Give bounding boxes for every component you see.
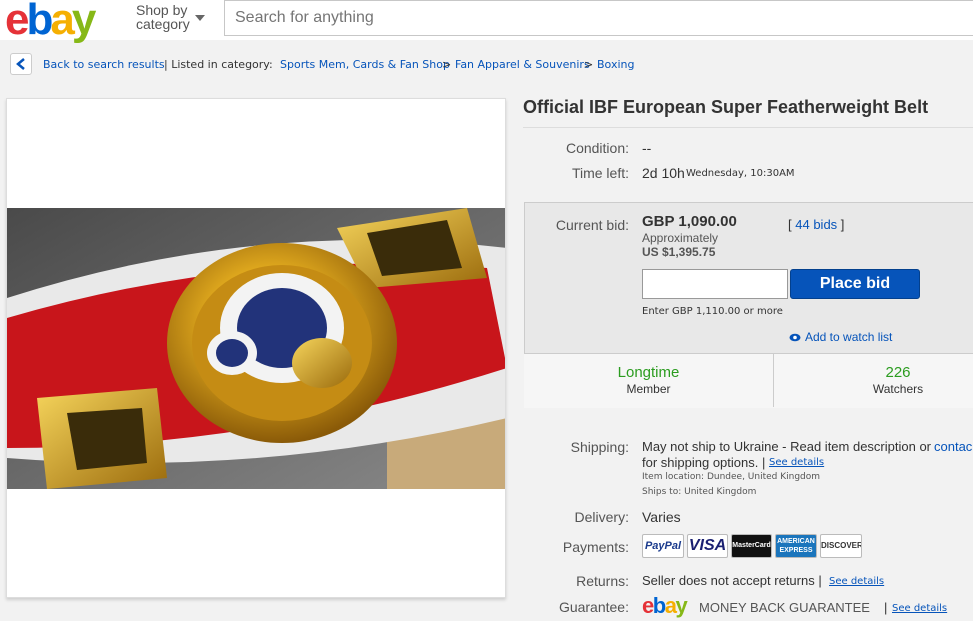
approx-usd-value: US $1,395.75 xyxy=(642,245,716,259)
breadcrumb-separator: > xyxy=(584,58,594,71)
guarantee-see-details-link[interactable]: See details xyxy=(892,603,947,614)
shop-by-label-line1: Shop by xyxy=(136,2,188,18)
item-photo xyxy=(7,208,505,489)
mastercard-logo: MasterCard xyxy=(731,534,772,558)
breadcrumb-category-1[interactable]: Sports Mem, Cards & Fan Shop xyxy=(280,58,450,71)
delivery-value: Varies xyxy=(642,509,681,525)
time-left-label: Time left: xyxy=(571,165,629,181)
ebay-logo[interactable]: ebay xyxy=(5,0,97,45)
discover-logo: DISCOVER xyxy=(820,534,862,558)
logo-letter-b: b xyxy=(652,593,666,618)
amex-logo: AMERICAN EXPRESS xyxy=(775,534,817,558)
bracket-open: [ xyxy=(788,217,792,232)
bracket-close: ] xyxy=(840,217,845,232)
add-to-watchlist[interactable]: Add to watch list xyxy=(789,330,892,344)
time-left-value: 2d 10h xyxy=(642,165,685,181)
eye-icon xyxy=(789,334,801,342)
bid-amount-input[interactable] xyxy=(642,269,788,299)
member-label: Member xyxy=(626,382,671,396)
bids-count: [ 44 bids ] xyxy=(788,217,844,232)
returns-value: Seller does not accept returns | xyxy=(642,573,822,588)
breadcrumb-separator: > xyxy=(442,58,452,71)
shipping-line2: for shipping options. | xyxy=(642,455,766,470)
watchlist-link[interactable]: Add to watch list xyxy=(805,330,892,344)
logo-letter-y: y xyxy=(675,593,687,618)
shipping-line1: May not ship to Ukraine - Read item desc… xyxy=(642,439,932,454)
current-bid-label: Current bid: xyxy=(555,217,629,233)
logo-letter-e: e xyxy=(5,0,30,44)
breadcrumb-category-2[interactable]: Fan Apparel & Souvenirs xyxy=(455,58,590,71)
logo-letter-a: a xyxy=(50,0,75,44)
bid-hint: Enter GBP 1,110.00 or more xyxy=(642,306,783,317)
ebay-guarantee-logo: ebay xyxy=(642,593,688,619)
chevron-down-icon[interactable] xyxy=(195,15,205,21)
longtime-label: Longtime xyxy=(617,364,680,381)
ships-to: Ships to: United Kingdom xyxy=(642,487,757,497)
shipping-see-details-link[interactable]: See details xyxy=(769,457,824,468)
title-divider xyxy=(523,127,973,128)
item-image-panel[interactable] xyxy=(6,98,506,598)
watchers-label: Watchers xyxy=(872,382,924,396)
logo-letter-a: a xyxy=(664,593,677,618)
returns-label: Returns: xyxy=(576,573,629,589)
watchers-count: 226 xyxy=(885,364,911,381)
returns-see-details-link[interactable]: See details xyxy=(829,576,884,587)
shipping-label: Shipping: xyxy=(570,439,629,455)
condition-label: Condition: xyxy=(565,140,629,156)
place-bid-button[interactable]: Place bid xyxy=(790,269,920,299)
time-left-end: Wednesday, 10:30AM xyxy=(686,168,795,179)
shop-by-label-line2: category xyxy=(136,16,190,32)
shop-by-category-button[interactable]: Shop by category xyxy=(136,3,190,31)
search-input[interactable] xyxy=(224,0,973,36)
delivery-label: Delivery: xyxy=(574,509,629,525)
visa-logo: VISA xyxy=(687,534,728,558)
bids-count-link[interactable]: 44 bids xyxy=(795,217,837,232)
logo-letter-e: e xyxy=(642,593,654,618)
item-location: Item location: Dundee, United Kingdom xyxy=(642,472,821,482)
logo-letter-b: b xyxy=(26,0,53,44)
guarantee-separator: | xyxy=(884,600,888,615)
breadcrumb-category-3[interactable]: Boxing xyxy=(597,58,634,71)
guarantee-label: Guarantee: xyxy=(558,599,629,615)
paypal-logo: PayPal xyxy=(642,534,684,558)
contact-seller-link[interactable]: contac xyxy=(934,439,972,454)
payments-label: Payments: xyxy=(562,539,629,555)
back-to-search-link[interactable]: Back to search results xyxy=(43,58,165,71)
back-button[interactable] xyxy=(10,53,32,75)
chevron-left-icon xyxy=(16,58,25,70)
money-back-guarantee-text: MONEY BACK GUARANTEE xyxy=(699,600,870,615)
current-bid-value: GBP 1,090.00 xyxy=(642,213,737,230)
approximately-label: Approximately xyxy=(642,231,719,245)
item-title: Official IBF European Super Featherweigh… xyxy=(523,97,929,117)
listed-in-label: | Listed in category: xyxy=(164,58,273,71)
condition-value: -- xyxy=(642,140,652,156)
logo-letter-y: y xyxy=(71,0,97,44)
